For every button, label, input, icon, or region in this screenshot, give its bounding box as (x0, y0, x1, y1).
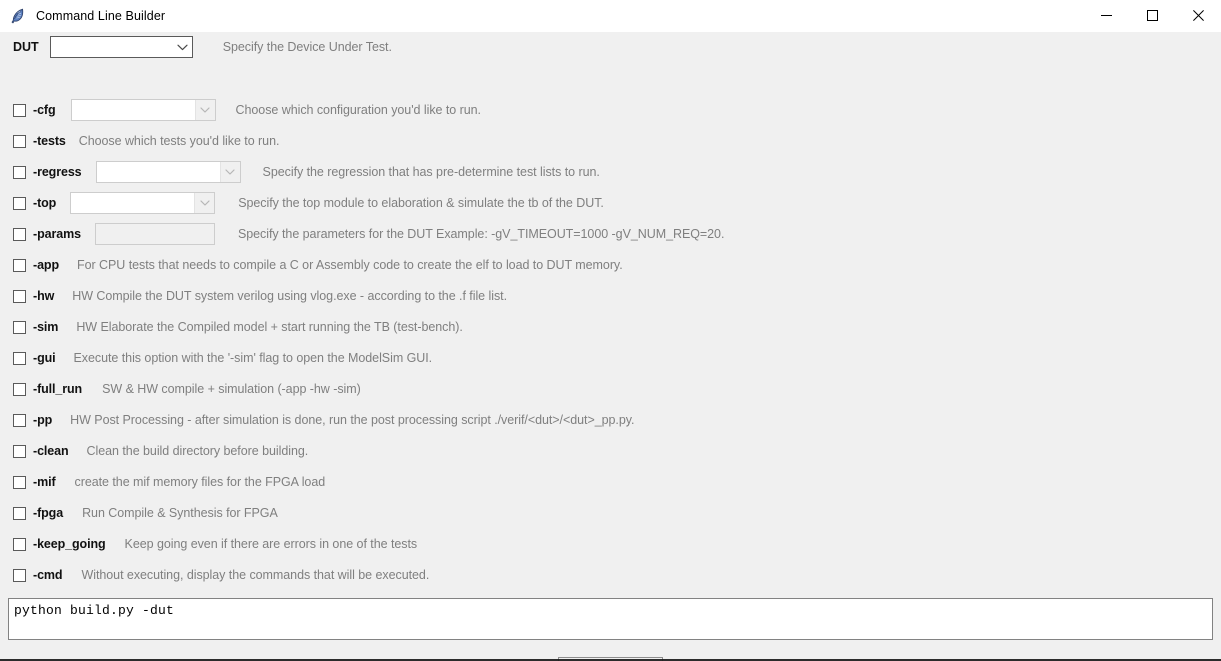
row-fpga: -fpga Run Compile & Synthesis for FPGA (0, 502, 278, 524)
checkbox-cfg[interactable] (13, 103, 26, 117)
row-clean: -clean Clean the build directory before … (0, 440, 308, 462)
checkbox-app[interactable] (13, 258, 26, 272)
flag-label-keep-going: -keep_going (33, 537, 106, 551)
flag-label-clean: -clean (33, 444, 69, 458)
top-combobox[interactable] (70, 192, 216, 214)
checkbox-tests[interactable] (13, 134, 26, 148)
description-app: For CPU tests that needs to compile a C … (77, 258, 623, 272)
row-cfg: -cfg Choose which configuration you'd li… (0, 99, 481, 121)
row-cmd: -cmd Without executing, display the comm… (0, 564, 429, 586)
flag-label-params: -params (33, 227, 81, 241)
feather-icon (9, 7, 27, 25)
checkbox-fpga[interactable] (13, 506, 26, 520)
description-cmd: Without executing, display the commands … (81, 568, 430, 582)
flag-label-app: -app (33, 258, 59, 272)
description-tests: Choose which tests you'd like to run. (78, 134, 280, 148)
title-bar-left: Command Line Builder (0, 7, 1083, 25)
command-preview-textarea[interactable]: python build.py -dut (8, 598, 1213, 640)
flag-label-cfg: -cfg (33, 103, 56, 117)
row-top: -top Specify the top module to elaborati… (0, 192, 604, 214)
flag-label-fpga: -fpga (33, 506, 64, 520)
command-preview-text: python build.py -dut (14, 603, 175, 618)
title-bar: Command Line Builder (0, 0, 1221, 32)
checkbox-hw[interactable] (13, 289, 26, 303)
checkbox-gui[interactable] (13, 351, 26, 365)
checkbox-regress[interactable] (13, 165, 26, 179)
cfg-combobox[interactable] (70, 99, 216, 121)
row-hw: -hw HW Compile the DUT system verilog us… (0, 285, 507, 307)
flag-label-sim: -sim (33, 320, 59, 334)
flag-label-hw: -hw (33, 289, 55, 303)
flag-label-top: -top (33, 196, 57, 210)
row-full-run: -full_run SW & HW compile + simulation (… (0, 378, 361, 400)
close-icon[interactable] (1175, 0, 1221, 32)
description-clean: Clean the build directory before buildin… (86, 444, 309, 458)
row-pp: -pp HW Post Processing - after simulatio… (0, 409, 634, 431)
maximize-icon[interactable] (1129, 0, 1175, 32)
dut-description: Specify the Device Under Test. (222, 40, 392, 54)
checkbox-params[interactable] (13, 227, 26, 241)
checkbox-mif[interactable] (13, 475, 26, 489)
row-mif: -mif create the mif memory files for the… (0, 471, 325, 493)
checkbox-cmd[interactable] (13, 568, 26, 582)
description-fpga: Run Compile & Synthesis for FPGA (82, 506, 278, 520)
checkbox-top[interactable] (13, 196, 26, 210)
params-input[interactable] (94, 223, 215, 245)
description-mif: create the mif memory files for the FPGA… (74, 475, 326, 489)
window-controls (1083, 0, 1221, 32)
chevron-down-icon (194, 193, 215, 213)
command-line-builder-window: Command Line Builder DUT Specify the Dev (0, 0, 1221, 661)
flag-label-tests: -tests (33, 134, 66, 148)
regress-combobox[interactable] (95, 161, 241, 183)
flag-label-cmd: -cmd (33, 568, 63, 582)
row-app: -app For CPU tests that needs to compile… (0, 254, 623, 276)
row-tests: -tests Choose which tests you'd like to … (0, 130, 279, 152)
flag-label-gui: -gui (33, 351, 56, 365)
description-sim: HW Elaborate the Compiled model + start … (76, 320, 463, 334)
chevron-down-icon (174, 37, 192, 57)
description-pp: HW Post Processing - after simulation is… (70, 413, 635, 427)
row-dut: DUT Specify the Device Under Test. (0, 36, 392, 58)
checkbox-sim[interactable] (13, 320, 26, 334)
flag-label-regress: -regress (33, 165, 82, 179)
description-cfg: Choose which configuration you'd like to… (235, 103, 481, 117)
dut-combobox[interactable] (49, 36, 193, 58)
form-area: DUT Specify the Device Under Test. -cfg … (0, 32, 1221, 661)
checkbox-pp[interactable] (13, 413, 26, 427)
chevron-down-icon (219, 162, 240, 182)
description-hw: HW Compile the DUT system verilog using … (72, 289, 508, 303)
row-sim: -sim HW Elaborate the Compiled model + s… (0, 316, 463, 338)
minimize-icon[interactable] (1083, 0, 1129, 32)
window-title: Command Line Builder (36, 8, 166, 23)
chevron-down-icon (194, 100, 215, 120)
description-full-run: SW & HW compile + simulation (-app -hw -… (102, 382, 361, 396)
description-gui: Execute this option with the '-sim' flag… (73, 351, 433, 365)
flag-label-mif: -mif (33, 475, 56, 489)
row-keep-going: -keep_going Keep going even if there are… (0, 533, 417, 555)
flag-label-pp: -pp (33, 413, 53, 427)
checkbox-keep-going[interactable] (13, 537, 26, 551)
description-params: Specify the parameters for the DUT Examp… (237, 227, 725, 241)
dut-label: DUT (13, 40, 39, 54)
row-params: -params Specify the parameters for the D… (0, 223, 724, 245)
description-top: Specify the top module to elaboration & … (238, 196, 604, 210)
description-keep-going: Keep going even if there are errors in o… (124, 537, 418, 551)
row-gui: -gui Execute this option with the '-sim'… (0, 347, 432, 369)
checkbox-clean[interactable] (13, 444, 26, 458)
description-regress: Specify the regression that has pre-dete… (262, 165, 600, 179)
row-regress: -regress Specify the regression that has… (0, 161, 600, 183)
checkbox-full-run[interactable] (13, 382, 26, 396)
flag-label-full-run: -full_run (33, 382, 83, 396)
